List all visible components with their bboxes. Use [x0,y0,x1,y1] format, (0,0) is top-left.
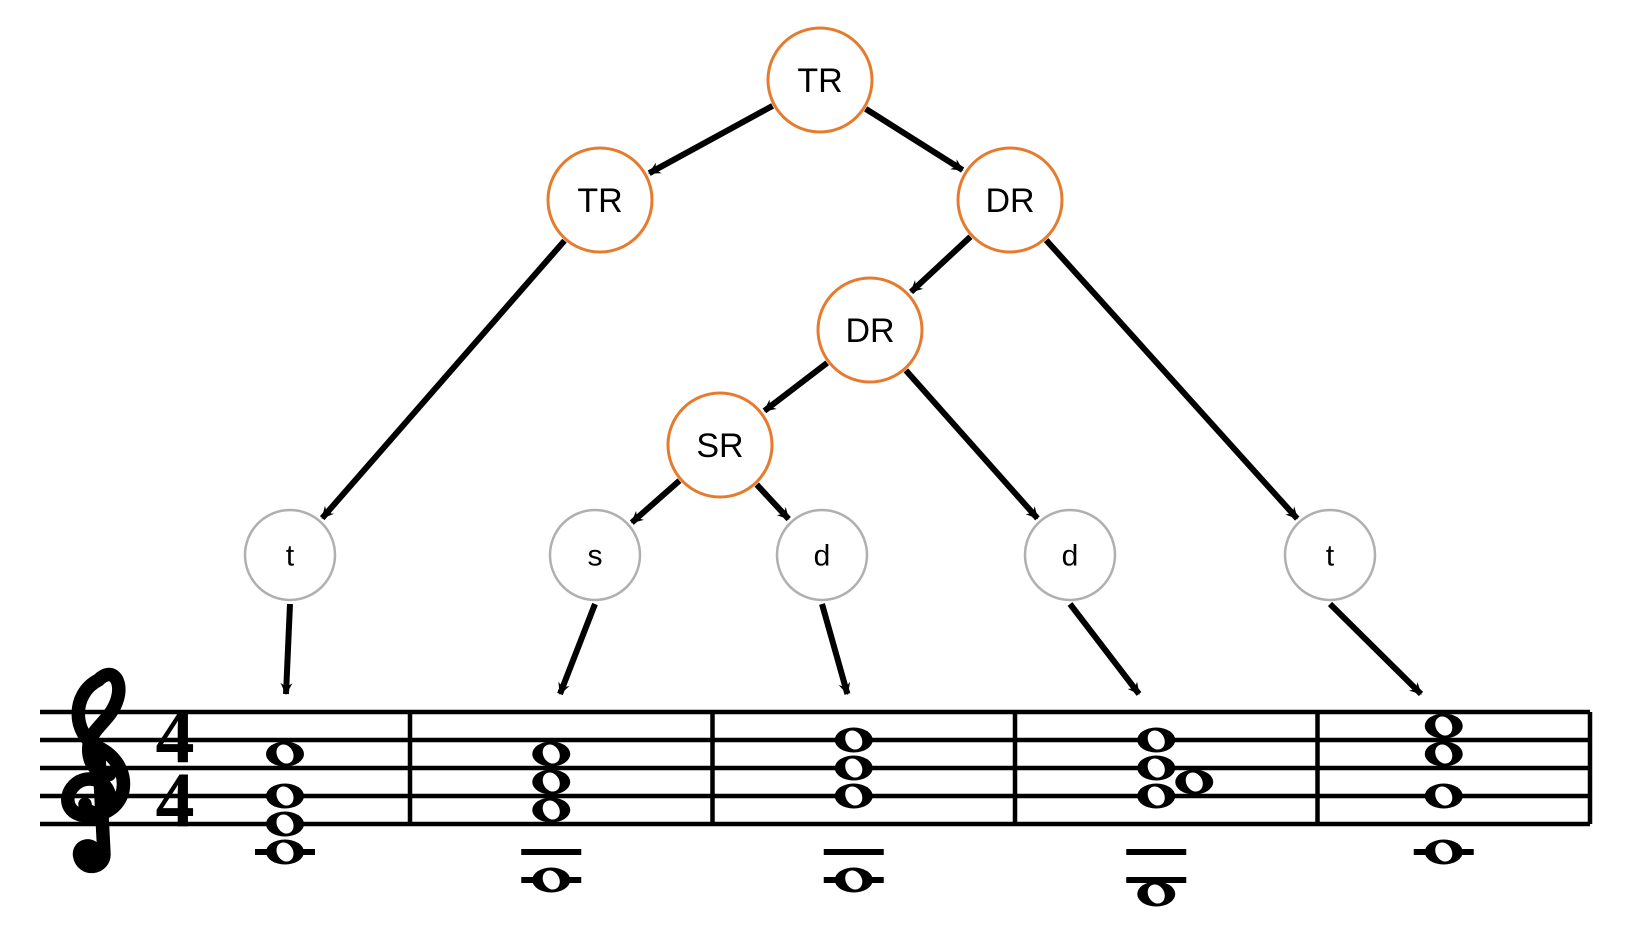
svg-text:4: 4 [156,756,195,843]
tree-node-l3sr: SR [668,393,772,497]
tree-edge [632,481,680,523]
tree-edge [649,106,772,173]
tree-node-leaf3: d [777,510,867,600]
chord [255,741,315,864]
tree-node-label: d [1062,540,1079,573]
tree-node-l1a: TR [548,148,652,252]
time-signature: 44 [156,692,195,843]
tree-node-root: TR [768,28,872,132]
tree-edge [322,241,564,518]
tree-edge [866,109,963,170]
tree-node-label: SR [696,427,743,465]
tree-node-label: s [588,540,603,573]
tree-node-leaf4: d [1025,510,1115,600]
tree-edge [1046,240,1297,518]
chord [824,727,884,892]
tree-node-l1b: DR [958,148,1062,252]
tree-node-l2dr: DR [818,278,922,382]
leaf-to-chord-arrow [286,604,290,694]
staff [40,712,1590,824]
tree-edge [764,363,827,411]
tree-node-label: TR [797,62,842,100]
tree-node-label: TR [577,182,622,220]
treble-clef-icon [68,675,124,867]
tree-node-leaf1: t [245,510,335,600]
tree-node-label: d [814,540,831,573]
tree-node-label: DR [845,312,894,350]
leaf-to-chord-arrow [822,604,847,694]
tree-node-label: t [286,540,295,573]
tree-edge [757,485,789,519]
tree-node-leaf2: s [550,510,640,600]
tree-edge [906,370,1038,518]
leaf-to-chord-arrow [1070,604,1139,694]
leaf-to-chord-arrow [1330,604,1421,694]
chord [1126,727,1213,906]
tree-edge [911,237,970,292]
chord [521,741,581,892]
chord [1414,713,1474,864]
tree-node-leaf5: t [1285,510,1375,600]
tree-node-label: t [1326,540,1335,573]
tree-node-label: DR [985,182,1034,220]
leaf-to-chord-arrow [560,604,595,694]
